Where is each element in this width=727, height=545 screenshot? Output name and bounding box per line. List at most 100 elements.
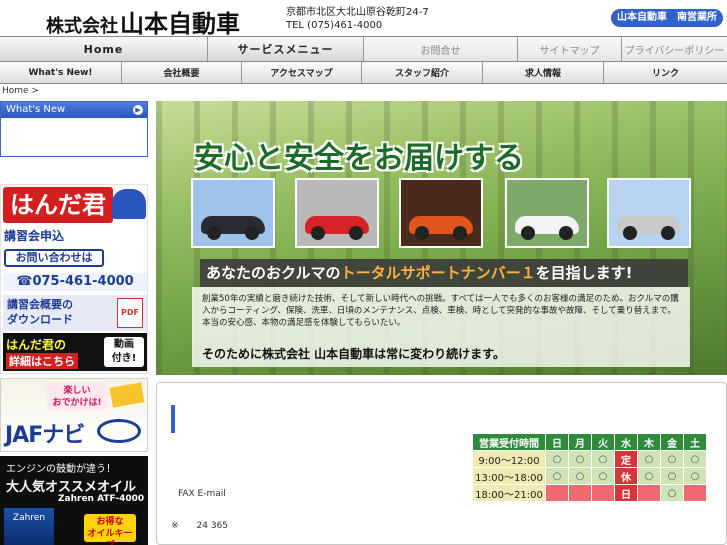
banner-phone: ☎075-461-4000 xyxy=(3,273,147,291)
time-slot: 13:00〜18:00 xyxy=(472,467,546,485)
hours-cell: ○ xyxy=(568,467,592,485)
day-thu: 木 xyxy=(637,433,661,451)
car-photo-1 xyxy=(191,178,275,248)
hours-cell xyxy=(637,484,661,502)
handa-banner[interactable]: はんだ君 講習会申込 お問い合わせは ☎075-461-4000 講習会概要の … xyxy=(0,184,148,374)
oil-line1: エンジンの鼓動が違う！ xyxy=(6,464,116,475)
subnav-whats-new[interactable]: What's New! xyxy=(0,62,122,83)
company-prefix: 株式会社 xyxy=(46,16,118,37)
car-wheel xyxy=(623,226,637,240)
oil-can-image: Zahren xyxy=(4,508,54,545)
oil-line2: 大人気オススメオイル xyxy=(6,480,137,495)
strip-post: を目指します! xyxy=(535,264,633,282)
main-nav: Home サービスメニュー お問合せ サイトマップ プライバシーポリシー xyxy=(0,36,727,62)
subnav-access-map[interactable]: アクセスマップ xyxy=(242,62,362,83)
subnav-links[interactable]: リンク xyxy=(604,62,727,83)
car-photo-3 xyxy=(399,178,483,248)
hours-cell: ○ xyxy=(683,450,707,468)
hours-cell: ○ xyxy=(545,467,569,485)
hero-strip: あなたのおクルマのトータルサポートナンバー１を目指します! xyxy=(200,259,688,287)
day-sun: 日 xyxy=(545,433,569,451)
service-note: ※ 24 365 xyxy=(171,521,229,531)
day-mon: 月 xyxy=(568,433,592,451)
car-wheel xyxy=(559,226,573,240)
branch-button[interactable]: 山本自動車 南営業所 xyxy=(611,9,723,27)
hours-header: 営業受付時間 xyxy=(472,433,546,451)
oil-banner[interactable]: エンジンの鼓動が違う！ 大人気オススメオイル Zahren ATF-4000 Z… xyxy=(0,456,148,545)
handa-detail-link[interactable]: はんだ君の 詳細はこちら 動画 付き! xyxy=(3,333,147,371)
nav-sitemap[interactable]: サイトマップ xyxy=(518,37,622,61)
site-header: 株式会社山本自動車 京都市北区大北山原谷乾町24-7 TEL (075)461-… xyxy=(0,0,727,39)
subnav-staff[interactable]: スタッフ紹介 xyxy=(362,62,483,83)
hours-cell: ○ xyxy=(660,484,684,502)
nav-home[interactable]: Home xyxy=(0,37,208,61)
hero-slogan: 安心と安全をお届けする xyxy=(194,141,524,176)
sub-nav: What's New! 会社概要 アクセスマップ スタッフ紹介 求人情報 リンク xyxy=(0,62,727,84)
car-wheel xyxy=(415,226,429,240)
business-hours-table: 営業受付時間 日 月 火 水 木 金 土 9:00〜12:00 ○ ○ ○ 定 … xyxy=(472,433,707,502)
whats-new-title: What's New xyxy=(6,104,66,115)
hours-cell: ○ xyxy=(568,450,592,468)
hours-cell: ○ xyxy=(591,450,615,468)
car-wheel xyxy=(521,226,535,240)
closed-cell: 定 xyxy=(614,450,638,468)
jaf-logo: JAFナビ xyxy=(5,423,85,448)
jaf-bubble: 楽しい おでかけは! xyxy=(47,383,107,411)
time-slot: 9:00〜12:00 xyxy=(472,450,546,468)
fax-email-label: FAX E-mail xyxy=(178,489,226,499)
hero-text-box: 創業50年の実績と磨き続けた技術、そして新しい時代への挑戦。すべては一人でも多く… xyxy=(192,287,690,367)
day-sat: 土 xyxy=(683,433,707,451)
car-wheel xyxy=(245,226,259,240)
pdf-icon: PDF xyxy=(117,298,143,328)
whats-new-box: What's New ▶ xyxy=(0,101,148,157)
download-seminar-link[interactable]: 講習会概要の ダウンロード PDF xyxy=(3,295,147,331)
car-photo-4 xyxy=(505,178,589,248)
strip-highlight: トータルサポートナンバー１ xyxy=(340,264,536,282)
car-photo-2 xyxy=(295,178,379,248)
hours-cell xyxy=(591,484,615,502)
company-name: 山本自動車 xyxy=(120,10,240,38)
hours-row: 18:00〜21:00 日 ○ xyxy=(472,484,707,502)
ticket-icon xyxy=(109,382,145,408)
hours-cell: ○ xyxy=(637,467,661,485)
company-address: 京都市北区大北山原谷乾町24-7 xyxy=(286,7,429,18)
subnav-company[interactable]: 会社概要 xyxy=(122,62,242,83)
nav-privacy-policy[interactable]: プライバシーポリシー xyxy=(622,37,727,61)
car-wheel xyxy=(453,226,467,240)
oil-line3: Zahren ATF-4000 xyxy=(58,494,145,504)
car-wheel xyxy=(661,226,675,240)
seminar-apply-text: 講習会申込 xyxy=(4,229,65,243)
breadcrumb[interactable]: Home > xyxy=(2,86,39,96)
nav-contact[interactable]: お問合せ xyxy=(364,37,518,61)
hours-cell: ○ xyxy=(637,450,661,468)
whats-new-header[interactable]: What's New ▶ xyxy=(1,102,147,118)
detail-text-a: はんだ君の xyxy=(6,338,67,352)
day-wed: 水 xyxy=(614,433,638,451)
car-wheel xyxy=(349,226,363,240)
subnav-recruit[interactable]: 求人情報 xyxy=(483,62,604,83)
detail-text-b: 詳細はこちら xyxy=(6,353,78,369)
car-photo-5 xyxy=(607,178,691,248)
time-slot: 18:00〜21:00 xyxy=(472,484,546,502)
car-wheel xyxy=(207,226,221,240)
day-tue: 火 xyxy=(591,433,615,451)
nav-service-menu[interactable]: サービスメニュー xyxy=(208,37,364,61)
info-panel: FAX E-mail ※ 24 365 営業受付時間 日 月 火 水 木 金 土… xyxy=(156,382,727,545)
mascot-icon xyxy=(112,189,146,219)
hours-row: 13:00〜18:00 ○ ○ ○ 休 ○ ○ ○ xyxy=(472,467,707,485)
day-fri: 金 xyxy=(660,433,684,451)
strip-pre: あなたのおクルマの xyxy=(206,264,341,282)
company-contact: 京都市北区大北山原谷乾町24-7 TEL (075)461-4000 xyxy=(286,6,429,32)
handa-title: はんだ君 xyxy=(3,187,113,223)
arrow-right-icon: ▶ xyxy=(133,105,143,115)
hours-cell: ○ xyxy=(683,467,707,485)
video-badge: 動画 付き! xyxy=(104,337,144,367)
company-logo[interactable]: 株式会社山本自動車 xyxy=(46,4,240,39)
hours-header-row: 営業受付時間 日 月 火 水 木 金 土 xyxy=(472,433,707,451)
hours-cell: ○ xyxy=(591,467,615,485)
company-tel: TEL (075)461-4000 xyxy=(286,20,383,31)
hero-banner: 安心と安全をお届けする あなたのおクルマのトータルサポートナンバー１を目指します… xyxy=(156,101,727,375)
closed-cell: 休 xyxy=(614,467,638,485)
jaf-oval xyxy=(97,419,141,443)
jaf-navi-banner[interactable]: 楽しい おでかけは! JAFナビ xyxy=(0,378,148,452)
